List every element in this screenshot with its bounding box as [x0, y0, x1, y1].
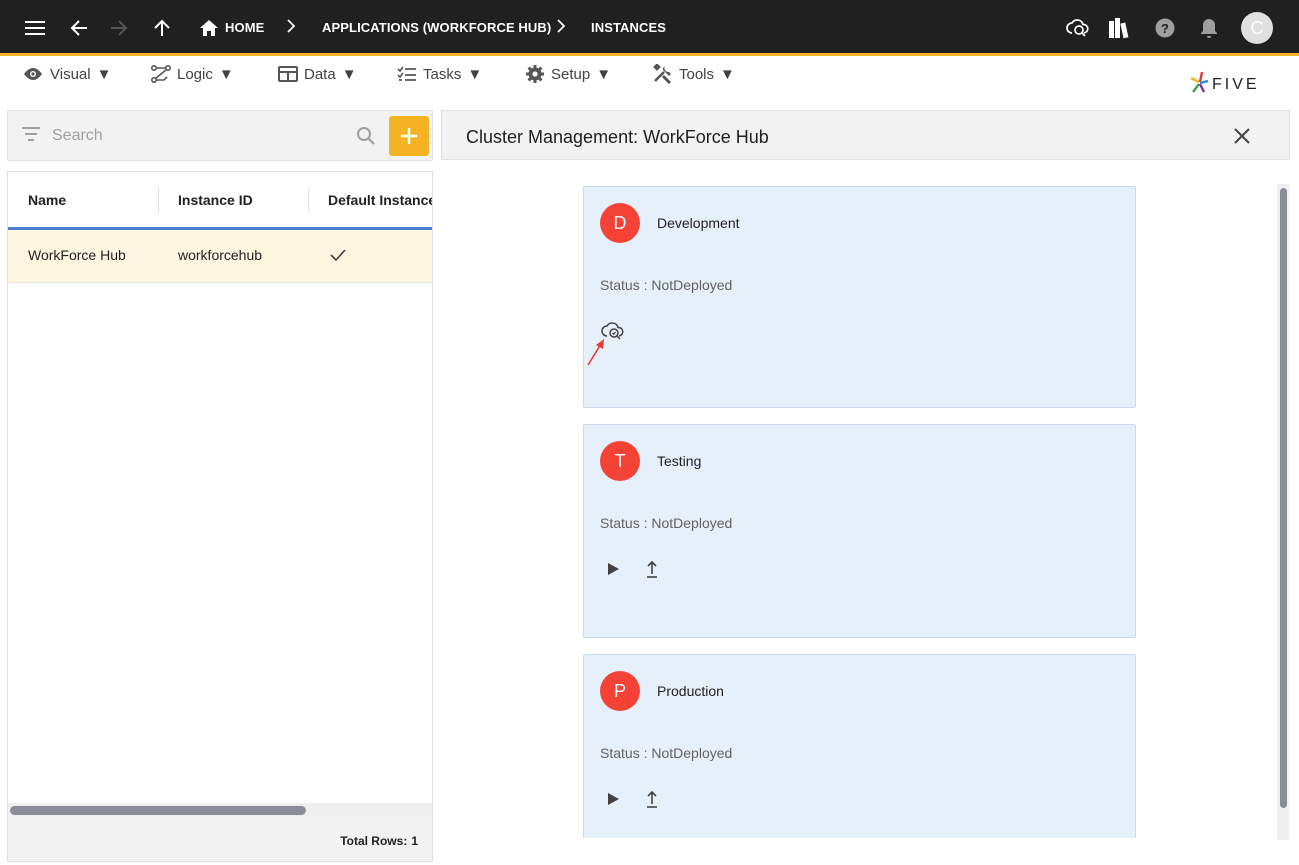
- menu-data[interactable]: Data ▼: [278, 64, 357, 84]
- table-icon: [278, 66, 298, 82]
- add-button[interactable]: [389, 116, 429, 156]
- caret-down-icon: ▼: [341, 65, 357, 83]
- env-status: Status : NotDeployed: [600, 277, 733, 293]
- environment-card-testing: T Testing Status : NotDeployed: [583, 424, 1136, 638]
- search-icon[interactable]: [356, 126, 376, 151]
- menu-setup-label: Setup: [551, 65, 591, 83]
- tasks-icon: [397, 66, 416, 81]
- menu-bar: Visual ▼ Logic ▼ Data ▼ Tasks ▼ Setup ▼ …: [0, 56, 1299, 100]
- menu-visual-label: Visual: [50, 65, 91, 83]
- chevron-right-icon: [286, 18, 296, 39]
- close-icon[interactable]: [1231, 125, 1253, 147]
- eye-icon: [24, 68, 42, 80]
- env-name: Development: [657, 215, 740, 231]
- menu-icon[interactable]: [21, 14, 49, 42]
- table-row[interactable]: WorkForce Hub workforcehub: [8, 230, 432, 283]
- cloud-deploy-icon[interactable]: [1064, 14, 1092, 42]
- forward-arrow-icon: [105, 14, 133, 42]
- caret-down-icon: ▼: [467, 65, 483, 83]
- column-divider[interactable]: [158, 188, 159, 212]
- column-header-default-instance[interactable]: Default Instance: [328, 192, 432, 208]
- total-rows-value: 1: [411, 834, 418, 848]
- column-header-instance-id[interactable]: Instance ID: [178, 192, 253, 208]
- checkmark-icon: [330, 248, 346, 265]
- cell-name: WorkForce Hub: [28, 247, 126, 263]
- menu-tasks[interactable]: Tasks ▼: [397, 64, 482, 84]
- caret-down-icon: ▼: [720, 65, 735, 83]
- scrollbar-thumb[interactable]: [10, 806, 306, 815]
- plus-icon: [401, 128, 417, 144]
- menu-visual[interactable]: Visual ▼: [22, 64, 111, 84]
- environment-card-production: P Production Status : NotDeployed: [583, 654, 1136, 865]
- logo-text: FIVE: [1212, 76, 1260, 93]
- library-icon[interactable]: [1106, 14, 1134, 42]
- instances-table: Name Instance ID Default Instance WorkFo…: [7, 171, 433, 862]
- breadcrumb-home[interactable]: HOME: [225, 20, 264, 35]
- chevron-right-icon: [556, 18, 566, 39]
- environment-card-development: D Development Status : NotDeployed: [583, 186, 1136, 408]
- user-avatar[interactable]: C: [1241, 12, 1273, 44]
- total-rows: Total Rows: 1: [336, 834, 418, 848]
- panel-title: Cluster Management: WorkForce Hub: [466, 127, 769, 147]
- menu-logic[interactable]: Logic ▼: [151, 64, 234, 84]
- five-logo: FIVE: [1188, 70, 1278, 96]
- panel-header: Cluster Management: WorkForce Hub: [441, 110, 1290, 160]
- bell-icon[interactable]: [1195, 14, 1223, 42]
- table-footer: Total Rows: 1: [8, 817, 432, 861]
- env-name: Production: [657, 683, 724, 699]
- env-status: Status : NotDeployed: [600, 745, 733, 761]
- env-name: Testing: [657, 453, 702, 469]
- gear-icon: [526, 65, 544, 83]
- breadcrumb-application[interactable]: APPLICATIONS (WORKFORCE HUB): [322, 20, 551, 35]
- tools-icon: [653, 64, 672, 84]
- env-avatar: D: [600, 203, 640, 243]
- caret-down-icon: ▼: [218, 65, 234, 83]
- menu-tasks-label: Tasks: [423, 65, 462, 83]
- menu-tools-label: Tools: [679, 65, 715, 83]
- back-arrow-icon[interactable]: [65, 14, 93, 42]
- menu-tools[interactable]: Tools ▼: [653, 64, 735, 84]
- search-bar: [7, 110, 433, 161]
- env-avatar: T: [600, 441, 640, 481]
- env-avatar: P: [600, 671, 640, 711]
- total-rows-label: Total Rows:: [340, 834, 408, 848]
- cell-instance-id: workforcehub: [178, 247, 263, 263]
- vertical-scrollbar[interactable]: [1277, 184, 1289, 840]
- annotation-arrow-icon: [586, 337, 608, 372]
- logic-icon: [151, 65, 171, 83]
- horizontal-scrollbar[interactable]: [8, 803, 432, 817]
- column-divider[interactable]: [308, 188, 309, 212]
- breadcrumb-instances: INSTANCES: [591, 20, 667, 35]
- upload-icon[interactable]: [639, 556, 665, 582]
- scrollbar-thumb[interactable]: [1280, 188, 1287, 808]
- help-icon[interactable]: ?: [1151, 14, 1179, 42]
- top-app-bar: HOME APPLICATIONS (WORKFORCE HUB) INSTAN…: [0, 0, 1299, 56]
- caret-down-icon: ▼: [96, 65, 112, 83]
- menu-setup[interactable]: Setup ▼: [525, 64, 611, 84]
- upload-icon[interactable]: [639, 786, 665, 812]
- column-header-name[interactable]: Name: [28, 192, 66, 208]
- menu-data-label: Data: [304, 65, 336, 83]
- menu-logic-label: Logic: [177, 65, 213, 83]
- panel-bottom-edge: [441, 838, 1290, 865]
- caret-down-icon: ▼: [596, 65, 612, 83]
- svg-text:?: ?: [1161, 21, 1169, 36]
- play-icon[interactable]: [600, 786, 626, 812]
- search-input[interactable]: [52, 125, 342, 147]
- env-status: Status : NotDeployed: [600, 515, 733, 531]
- filter-icon[interactable]: [22, 127, 40, 146]
- play-icon[interactable]: [600, 556, 626, 582]
- table-header: Name Instance ID Default Instance: [8, 172, 432, 230]
- instances-list-panel: Name Instance ID Default Instance WorkFo…: [7, 110, 433, 862]
- up-arrow-icon[interactable]: [148, 14, 176, 42]
- home-icon[interactable]: [195, 14, 223, 42]
